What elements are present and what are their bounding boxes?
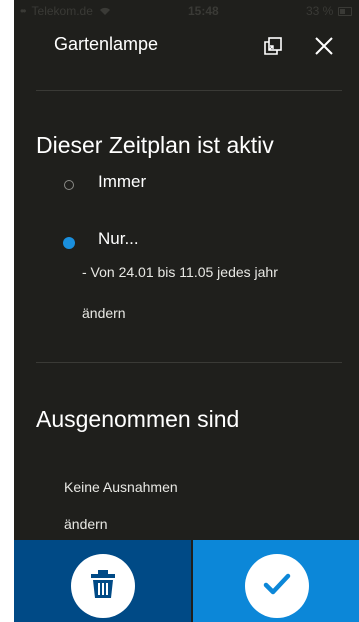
battery-percent: 33 % — [306, 4, 334, 18]
page-title: Gartenlampe — [54, 34, 159, 54]
delete-button[interactable] — [14, 540, 191, 622]
battery-icon — [338, 7, 352, 16]
schedule-detail: - Von 24.01 bis 11.05 jedes jahr — [82, 264, 278, 280]
delete-circle[interactable] — [71, 554, 135, 618]
divider — [36, 90, 342, 91]
confirm-button[interactable] — [193, 540, 359, 622]
divider — [36, 362, 342, 363]
radio-immer[interactable] — [64, 180, 74, 190]
confirm-circle[interactable] — [245, 554, 309, 618]
signal-icon: •• — [20, 4, 27, 18]
checkmark-icon — [262, 572, 292, 601]
device-screen: •• Telekom.de 15:48 33 % Gartenlampe Die… — [14, 0, 359, 622]
schedule-heading: Dieser Zeitplan ist aktiv — [36, 132, 274, 158]
close-icon[interactable] — [310, 32, 338, 60]
change-exceptions-link[interactable]: ändern — [64, 516, 108, 532]
exceptions-value: Keine Ausnahmen — [64, 479, 178, 495]
wifi-icon — [96, 4, 111, 18]
carrier-indicator: •• Telekom.de — [20, 4, 111, 18]
option-label-nur[interactable]: Nur... — [98, 229, 139, 249]
action-bar — [14, 540, 359, 622]
radio-nur[interactable] — [63, 237, 75, 249]
status-time: 15:48 — [188, 4, 219, 18]
trash-icon — [90, 569, 116, 604]
status-bar: •• Telekom.de 15:48 33 % — [14, 0, 359, 22]
exceptions-heading: Ausgenommen sind — [36, 406, 240, 432]
carrier-name: Telekom.de — [31, 4, 93, 18]
change-schedule-link[interactable]: ändern — [82, 305, 126, 321]
copy-icon[interactable] — [259, 32, 287, 60]
option-label-immer[interactable]: Immer — [98, 172, 146, 192]
